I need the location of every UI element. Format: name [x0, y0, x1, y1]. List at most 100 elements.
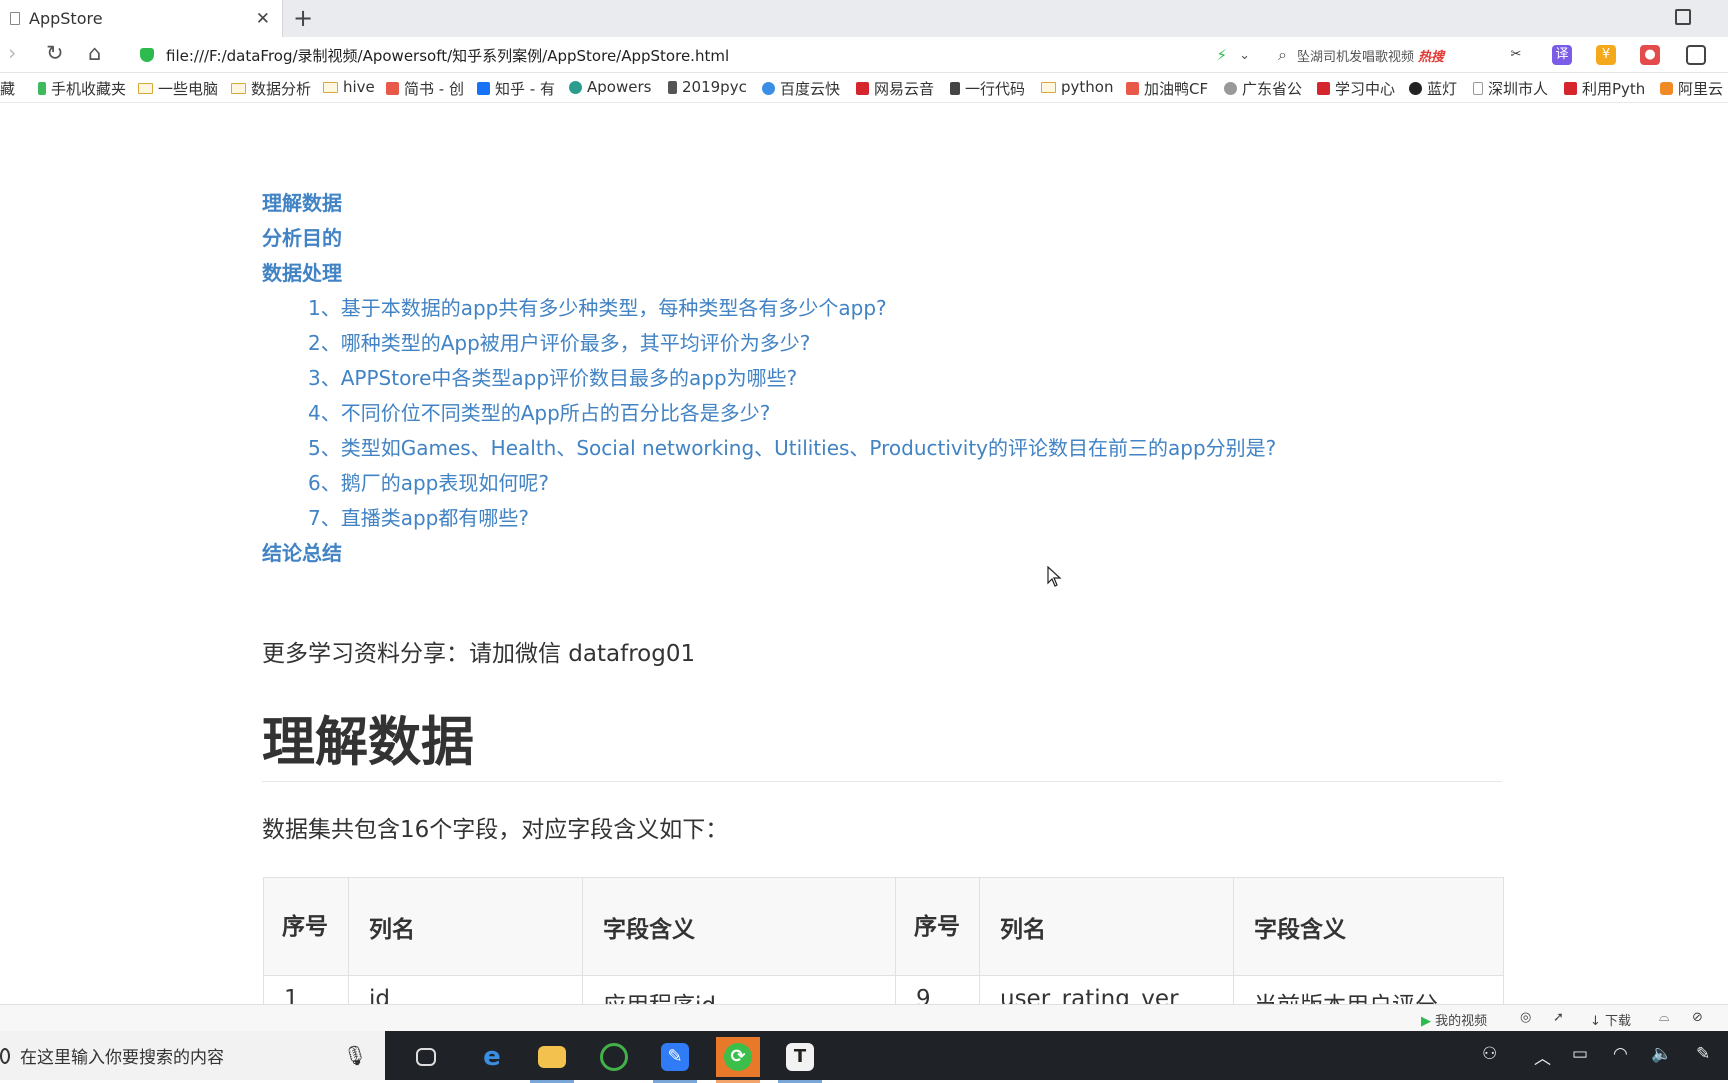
folder-icon [323, 81, 338, 93]
notes-icon[interactable]: ✎ [653, 1037, 697, 1083]
pen-icon[interactable]: ✎ [1696, 1044, 1710, 1064]
clean-icon[interactable]: ⊘ [1692, 1010, 1703, 1025]
scissors-icon[interactable]: ✂ [1506, 45, 1526, 65]
heading-divider [262, 781, 1502, 782]
download-button[interactable]: ↓ 下载 [1590, 1010, 1631, 1029]
home-icon[interactable]: ⌂ [88, 41, 101, 65]
bookmark-folder[interactable]: 一些电脑 [138, 78, 218, 99]
github-icon [1409, 82, 1422, 95]
search-box[interactable]: ⌕ 坠湖司机发唱歌视频 热搜 [1278, 42, 1486, 68]
page-content: 理解数据 分析目的 数据处理 1、基于本数据的app共有多少种类型，每种类型各有… [0, 104, 1728, 1004]
speed-icon[interactable]: ◎ [1520, 1010, 1531, 1025]
column-header: 列名 [348, 877, 583, 976]
windows-taskbar: 在这里输入你要搜索的内容 🎙 e ✎ ⟳ T ⚇ ︿ ▭ ◠ 🔈 ✎ [0, 1031, 1728, 1083]
incognito-icon[interactable]: ⌓ [1659, 1010, 1669, 1025]
column-header: 序号 [895, 877, 980, 976]
toc-link-conclusion[interactable]: 结论总结 [262, 536, 1276, 571]
bookmark[interactable]: 广东省公 [1224, 78, 1302, 99]
share-note: 更多学习资料分享：请加微信 datafrog01 [262, 641, 696, 667]
bookmark-folder[interactable]: hive [323, 78, 375, 96]
bookmark[interactable]: Apowers [569, 78, 651, 96]
bookmark[interactable]: 蓝灯 [1409, 78, 1457, 99]
typora-icon[interactable]: T [778, 1037, 822, 1083]
edge-icon[interactable]: e [470, 1037, 514, 1077]
search-suggestion[interactable]: 坠湖司机发唱歌视频 [1297, 46, 1414, 65]
bookmark[interactable]: 学习中心 [1317, 78, 1395, 99]
code-icon [950, 82, 960, 95]
bookmark[interactable]: 简书 - 创 [386, 78, 464, 99]
chevron-up-icon[interactable]: ︿ [1534, 1044, 1551, 1069]
translate-icon[interactable]: 译 [1552, 45, 1572, 65]
shirt-icon[interactable] [1675, 9, 1691, 25]
url-text[interactable]: file:///F:/dataFrog/录制视频/Apowersoft/知乎系列… [166, 45, 1217, 66]
folder-icon [138, 83, 153, 94]
bookmark[interactable]: 一行代码 [950, 78, 1025, 99]
tab-title: AppStore [29, 9, 103, 28]
reload-icon[interactable]: ↻ [46, 41, 64, 65]
bookmark[interactable]: 加油鸭CF [1126, 78, 1208, 99]
intro-paragraph: 数据集共包含16个字段，对应字段含义如下： [262, 817, 729, 843]
video-icon: ▶ [1421, 1014, 1431, 1029]
toc-sub-link[interactable]: 3、APPStore中各类型app评价数目最多的app为哪些? [262, 361, 1276, 396]
bookmark[interactable]: 2019pyc [668, 78, 747, 96]
column-header: 列名 [979, 877, 1234, 976]
file-explorer-icon[interactable] [530, 1037, 574, 1083]
people-icon[interactable]: ⚇ [1482, 1044, 1497, 1064]
bookmark-folder[interactable]: 数据分析 [231, 78, 311, 99]
volume-icon[interactable]: 🔈 [1651, 1044, 1672, 1064]
taskbar-search[interactable]: 在这里输入你要搜索的内容 🎙 [0, 1031, 385, 1080]
pycharm-icon [668, 80, 677, 94]
toc-link-purpose[interactable]: 分析目的 [262, 221, 1276, 256]
my-videos-button[interactable]: ▶ 我的视频 [1421, 1010, 1487, 1029]
taskbar-search-input[interactable]: 在这里输入你要搜索的内容 [20, 1043, 343, 1068]
toc-sub-link[interactable]: 7、直播类app都有哪些? [262, 501, 1276, 536]
bookmark[interactable]: 网易云音 [856, 78, 934, 99]
rocket-icon[interactable]: ➚ [1553, 1010, 1564, 1025]
bookmark-folder[interactable]: python [1041, 78, 1113, 96]
phone-icon [38, 82, 46, 95]
bookmark[interactable]: 手机收藏夹 [38, 78, 126, 99]
baidu-cloud-icon [762, 82, 775, 95]
microphone-icon[interactable]: 🎙 [343, 1044, 367, 1067]
bookmark[interactable]: 利用Pyth [1564, 78, 1645, 99]
toc-sub-link[interactable]: 1、基于本数据的app共有多少种类型，每种类型各有多少个app? [262, 291, 1276, 326]
zhihu-icon [477, 82, 490, 95]
folder-icon [1041, 81, 1056, 93]
toc-sub-link[interactable]: 6、鹅厂的app表现如何呢? [262, 466, 1276, 501]
wifi-icon[interactable]: ◠ [1613, 1044, 1628, 1064]
browser-status-bar: ▶ 我的视频 ◎ ➚ ↓ 下载 ⌓ ⊘ [0, 1004, 1728, 1031]
toc-sub-link[interactable]: 5、类型如Games、Health、Social networking、Util… [262, 431, 1276, 466]
forward-icon[interactable]: › [8, 41, 16, 65]
table-cell: 当前版本用户评分 [1233, 975, 1504, 1004]
toc-sub-link[interactable]: 4、不同价位不同类型的App所占的百分比各是多少? [262, 396, 1276, 431]
browser-tab[interactable]: AppStore ✕ [0, 0, 283, 37]
browser-360-icon[interactable]: ⟳ [716, 1037, 760, 1083]
column-header: 字段含义 [1233, 877, 1504, 976]
table-cell: 1 [263, 975, 349, 1004]
coupon-icon[interactable]: ¥ [1596, 45, 1616, 65]
secure-shield-icon [140, 48, 154, 62]
apowersoft-icon [569, 80, 582, 94]
close-tab-icon[interactable]: ✕ [256, 9, 270, 29]
anaconda-icon[interactable] [592, 1037, 636, 1077]
table-row: 1 id 应用程序id 9 user_rating_ver 当前版本用户评分 [263, 975, 1504, 1004]
bookmark[interactable]: 知乎 - 有 [477, 78, 555, 99]
game-icon[interactable]: ● [1640, 45, 1660, 65]
table-of-contents: 理解数据 分析目的 数据处理 1、基于本数据的app共有多少种类型，每种类型各有… [262, 186, 1276, 571]
lightning-icon[interactable]: ⚡ [1217, 46, 1228, 64]
chevron-down-icon[interactable]: ⌄ [1239, 48, 1250, 63]
bookmark[interactable]: 阿里云 [1660, 78, 1723, 99]
column-header: 字段含义 [582, 877, 896, 976]
toc-link-processing[interactable]: 数据处理 [262, 256, 1276, 291]
new-tab-button[interactable]: + [293, 4, 313, 32]
bookmark[interactable]: 深圳市人 [1473, 78, 1548, 99]
address-bar[interactable]: file:///F:/dataFrog/录制视频/Apowersoft/知乎系列… [128, 41, 1262, 69]
search-icon: ⌕ [1278, 45, 1287, 64]
battery-icon[interactable]: ▭ [1572, 1044, 1588, 1064]
toc-sub-link[interactable]: 2、哪种类型的App被用户评价最多，其平均评价为多少? [262, 326, 1276, 361]
bookmark[interactable]: 藏 [0, 78, 15, 99]
apps-grid-icon[interactable] [1686, 45, 1706, 65]
task-view-icon[interactable] [404, 1037, 448, 1077]
toc-link-understand[interactable]: 理解数据 [262, 186, 1276, 221]
bookmark[interactable]: 百度云快 [762, 78, 840, 99]
